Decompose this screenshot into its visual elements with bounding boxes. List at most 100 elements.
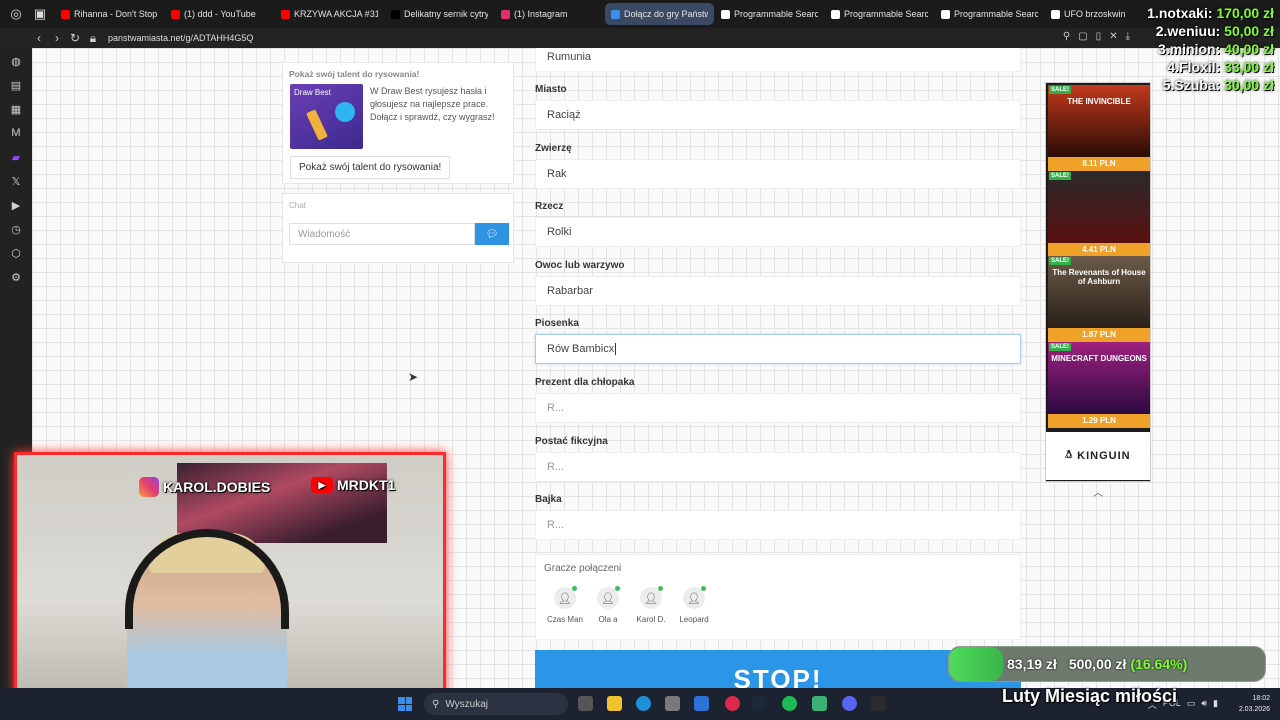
spotify-icon[interactable] [782, 696, 797, 711]
player-name: Ola a [598, 615, 618, 624]
history-icon[interactable]: ◷ [9, 222, 23, 236]
back-icon[interactable]: ‹ [30, 31, 48, 45]
mouse-cursor-icon: ➤ [408, 370, 419, 384]
opera-icon[interactable] [725, 696, 740, 711]
promo-button[interactable]: Pokaż swój talent do rysowania! [290, 156, 451, 179]
task-view-icon[interactable] [578, 696, 593, 711]
taskbar-search-label: Wyszukaj [445, 698, 489, 710]
country-input[interactable]: Rumunia [535, 48, 1021, 72]
browser-tab[interactable]: Programmable Searc [825, 3, 934, 25]
ad-game-tile[interactable]: MINECRAFT DUNGEONS SALE! 1.29 PLN [1048, 341, 1150, 428]
twitch-icon[interactable]: ▰ [9, 150, 23, 164]
ad-game-tile[interactable]: SALE! 4.41 PLN [1048, 170, 1150, 257]
gallery-icon[interactable]: ▦ [9, 102, 23, 116]
ad-game-tile[interactable]: THE INVINCIBLE SALE! 8.11 PLN [1048, 85, 1150, 171]
epic-games-icon[interactable] [871, 696, 886, 711]
download-icon[interactable]: ⤓ [1126, 31, 1130, 42]
player-name: Leopard [679, 615, 709, 624]
clock-time: 18:02 [1252, 695, 1270, 702]
volume-icon[interactable]: 🔊︎ [1201, 698, 1207, 711]
pin-icon[interactable]: ⚲ [1063, 31, 1070, 42]
forward-icon[interactable]: › [48, 31, 66, 45]
goal-title: Luty Miesiąc miłości [1002, 686, 1178, 706]
field-placeholder: R... [547, 402, 565, 414]
clock[interactable]: 18:02 2.03.2026 [1239, 693, 1270, 715]
chat-send-button[interactable]: 💬︎ [475, 223, 509, 245]
battery-icon[interactable]: ▮ [1213, 698, 1218, 711]
m-app-icon[interactable]: M [9, 126, 23, 140]
field-label: Piosenka [535, 318, 579, 330]
bookmark-icon[interactable]: ▯ [1096, 31, 1102, 42]
tab-favicon-icon [171, 9, 180, 19]
wallet-icon[interactable]: ▤ [9, 78, 23, 92]
xbox-icon[interactable] [812, 696, 827, 711]
online-indicator [701, 586, 706, 591]
user-avatar-icon: 👤︎ [554, 586, 577, 609]
field-label: Rzecz [535, 201, 564, 213]
sale-badge: SALE! [1049, 171, 1071, 180]
browser-tab[interactable]: KRZYWA AKCJA #31 [275, 3, 384, 25]
field-label: Prezent dla chłopaka [535, 377, 635, 388]
settings-icon[interactable]: ⚙ [9, 270, 23, 284]
user-avatar-icon: 👤︎ [683, 586, 706, 609]
browser-tab[interactable]: UFO brzoskwin [1045, 3, 1154, 25]
player-icon[interactable]: ▶ [9, 198, 23, 212]
youtube-name: MRDKT1 [337, 477, 396, 493]
instagram-icon [139, 477, 159, 497]
browser-logo-icon[interactable]: ◎ [8, 6, 24, 22]
comment-icon: 💬︎ [485, 228, 499, 240]
online-indicator [658, 586, 663, 591]
site-info-icon[interactable]: 🔒︎ [84, 31, 102, 46]
mail-icon[interactable] [694, 696, 709, 711]
window-icon[interactable]: ▢ [1078, 31, 1087, 42]
field-label: Miasto [535, 84, 567, 95]
taskbar-search[interactable]: ⚲ Wyszukaj [424, 693, 568, 715]
messenger-icon[interactable]: ◍ [9, 54, 23, 68]
ad-banner[interactable]: THE INVINCIBLE SALE! 8.11 PLN SALE! 4.41 PLN… [1045, 82, 1151, 482]
tab-sidebar-icon[interactable]: ▣ [32, 6, 48, 22]
extensions-icon[interactable]: ⬡ [9, 246, 23, 260]
game-cover: MINECRAFT DUNGEONS [1048, 341, 1150, 414]
edge-icon[interactable] [636, 696, 651, 711]
field-label: Owoc lub warzywo [535, 259, 625, 271]
browser-tab[interactable]: Rihanna - Don't Stop [55, 3, 164, 25]
field-input[interactable]: R... [535, 393, 1021, 423]
ad-collapse-icon[interactable]: ︿ [1045, 484, 1151, 499]
field-input[interactable]: Raciąż [535, 100, 1021, 130]
browser-tab[interactable]: Delikatny sernik cytry [385, 3, 494, 25]
field-input[interactable]: R... [535, 451, 1021, 482]
tab-favicon-icon [941, 9, 950, 19]
chat-input[interactable]: Wiadomość [289, 223, 475, 245]
ad-game-tile[interactable]: The Revenants of House of Ashburn SALE! 1.… [1048, 256, 1150, 342]
browser-tab[interactable]: (1) Instagram [495, 3, 604, 25]
game-title: MINECRAFT DUNGEONS [1051, 353, 1147, 363]
network-icon[interactable]: ▭ [1187, 698, 1196, 711]
x-icon[interactable]: 𝕏 [9, 174, 23, 188]
steam-icon[interactable] [752, 696, 767, 711]
reload-icon[interactable]: ↻ [66, 31, 84, 45]
promo-image[interactable]: Draw Best [290, 84, 363, 149]
field-input[interactable]: R... [535, 510, 1021, 541]
browser-tab[interactable]: Dołącz do gry Państwa M [605, 3, 714, 25]
start-button-icon[interactable] [398, 697, 412, 711]
field-input[interactable]: Rabarbar [535, 275, 1021, 306]
field-label: Postać fikcyjna [535, 435, 608, 447]
file-explorer-icon[interactable] [607, 696, 622, 711]
paint-dot-icon [335, 102, 355, 122]
discord-icon[interactable] [842, 696, 857, 711]
field-input[interactable]: Rak [535, 158, 1021, 189]
browser-tab[interactable]: Programmable Searc [935, 3, 1044, 25]
kinguin-logo[interactable]: 🐧︎ KINGUIN [1046, 432, 1150, 480]
store-icon[interactable] [665, 696, 680, 711]
kinguin-label: KINGUIN [1077, 450, 1131, 462]
browser-tab[interactable]: Programmable Searc [715, 3, 824, 25]
field-input[interactable]: Rolki [535, 217, 1021, 248]
leaderboard-row: 2.weniuu: 50,00 zł [1147, 22, 1274, 40]
penguin-icon: 🐧︎ [1065, 449, 1074, 461]
browser-tab[interactable]: (1) ddd - YouTube [165, 3, 274, 25]
player-item: 👤︎ Karol D. [629, 586, 673, 624]
url-field[interactable]: panstwamiasta.net/g/ADTAHH4G5Q [108, 33, 253, 43]
tab-label: (1) ddd - YouTube [184, 9, 256, 19]
close-icon[interactable]: ✕ [1109, 31, 1117, 42]
field-input[interactable]: Rów Bambicx [535, 334, 1021, 365]
